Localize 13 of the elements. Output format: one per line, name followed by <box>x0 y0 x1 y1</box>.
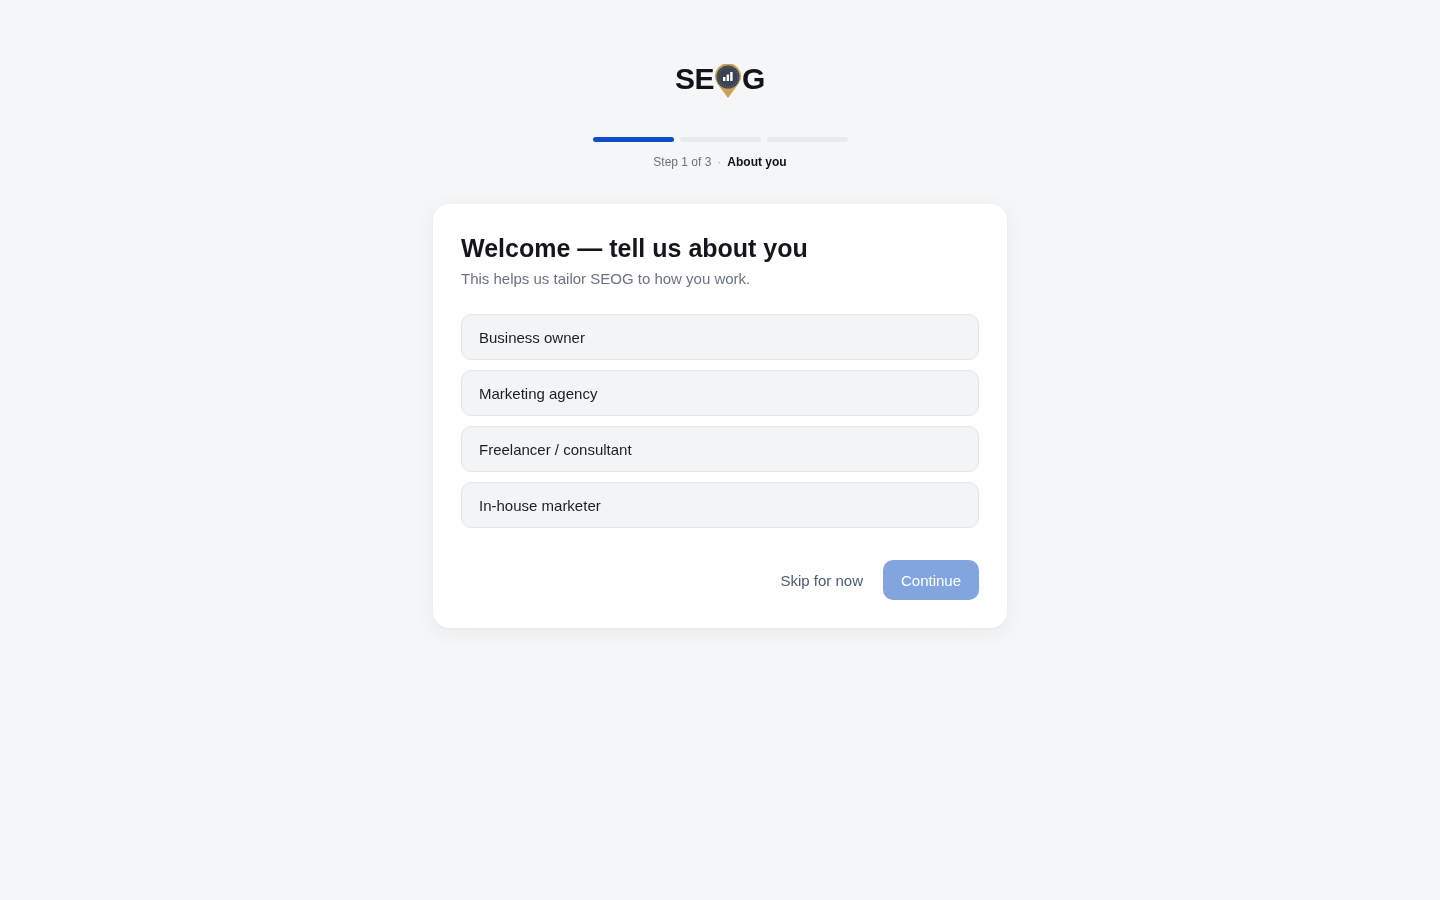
logo-text: SE <box>675 64 715 94</box>
role-option[interactable]: Freelancer / consultant <box>461 426 979 472</box>
map-pin-chart-icon <box>715 64 742 98</box>
card-subtitle: This helps us tailor SEOG to how you work. <box>461 269 752 289</box>
role-option[interactable]: In-house marketer <box>461 482 979 528</box>
role-option[interactable]: Marketing agency <box>461 370 979 416</box>
step-name: About you <box>727 154 787 170</box>
role-option[interactable]: Business owner <box>461 314 979 360</box>
step-counter: Step 1 of 3 <box>653 154 712 170</box>
card-title: Welcome — tell us about you <box>461 233 809 264</box>
logo-text: G <box>742 64 765 94</box>
separator-dot: · <box>717 154 722 170</box>
skip-button[interactable]: Skip for now <box>780 571 863 589</box>
